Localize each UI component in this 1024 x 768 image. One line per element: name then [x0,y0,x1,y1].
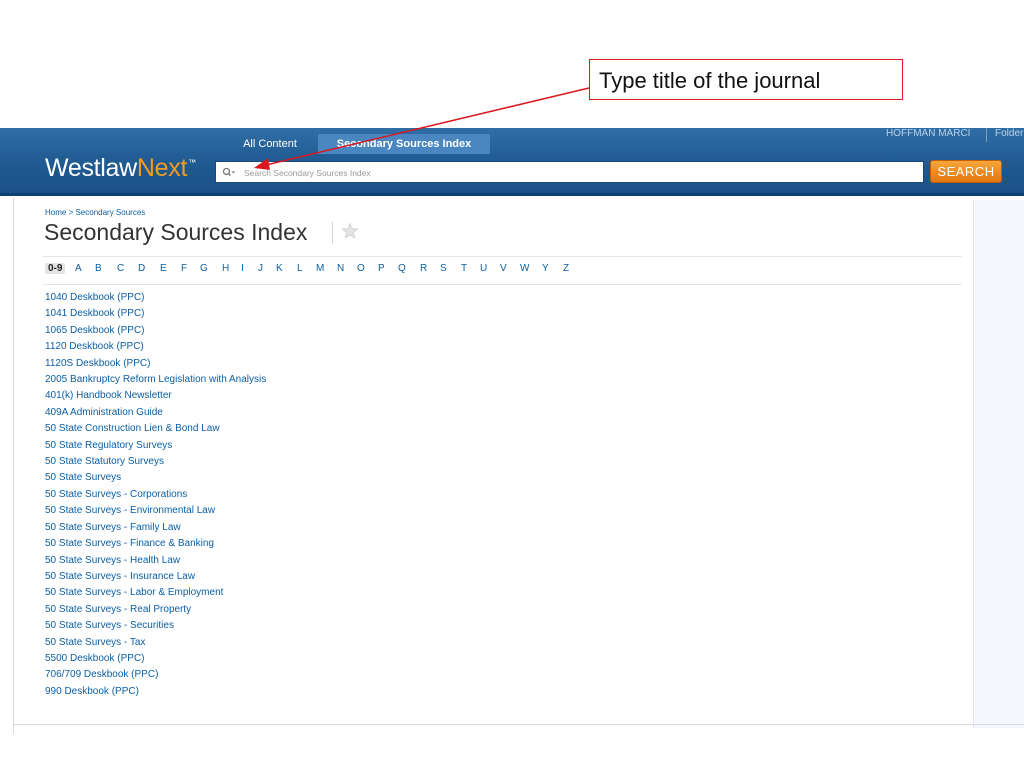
logo-trademark: ™ [188,158,196,167]
alpha-letter-j[interactable]: J [258,263,263,274]
alpha-letter-q[interactable]: Q [398,263,406,274]
alpha-letter-g[interactable]: G [200,263,208,274]
alpha-letter-p[interactable]: P [378,263,385,274]
source-link[interactable]: 50 State Surveys - Environmental Law [45,503,266,519]
source-link[interactable]: 50 State Surveys - Securities [45,618,266,634]
search-input[interactable] [242,164,906,182]
title-divider [332,222,333,244]
alpha-letter-m[interactable]: M [316,263,324,274]
alpha-letter-n[interactable]: N [337,263,344,274]
source-link[interactable]: 50 State Surveys - Finance & Banking [45,536,266,552]
content-bottom-border [14,724,1024,725]
annotation-callout: Type title of the journal [589,59,903,100]
site-header: WestlawNext™ All Content Secondary Sourc… [0,128,1024,196]
alphabet-filter-bar: 0-9 A B C D E F G H I J K L M N O P Q R S T U V W Y Z [43,256,962,285]
alpha-letter-k[interactable]: K [276,263,283,274]
alpha-letter-w[interactable]: W [520,263,529,274]
alpha-letter-u[interactable]: U [480,263,487,274]
source-link[interactable]: 409A Administration Guide [45,405,266,421]
source-link[interactable]: 50 State Surveys - Insurance Law [45,569,266,585]
source-link[interactable]: 2005 Bankruptcy Reform Legislation with … [45,372,266,388]
page-title: Secondary Sources Index [44,219,308,245]
source-link[interactable]: 1040 Deskbook (PPC) [45,290,266,306]
alpha-letter-i[interactable]: I [241,263,244,274]
user-name-link[interactable]: HOFFMAN MARCI [886,128,970,139]
source-link[interactable]: 706/709 Deskbook (PPC) [45,667,266,683]
source-link[interactable]: 50 State Surveys [45,470,266,486]
breadcrumb[interactable]: Home > Secondary Sources [45,208,145,217]
source-link[interactable]: 50 State Construction Lien & Bond Law [45,421,266,437]
tab-secondary-sources-index[interactable]: Secondary Sources Index [318,134,490,154]
alpha-letter-h[interactable]: H [222,263,229,274]
user-menu-divider [986,128,987,142]
alpha-letter-z[interactable]: Z [563,263,569,274]
alpha-letter-y[interactable]: Y [542,263,549,274]
alpha-letter-b[interactable]: B [95,263,102,274]
logo-next: Next [136,154,188,182]
source-link[interactable]: 1120 Deskbook (PPC) [45,339,266,355]
alpha-letter-r[interactable]: R [420,263,427,274]
source-link[interactable]: 50 State Surveys - Labor & Employment [45,585,266,601]
favorite-star-icon[interactable] [341,222,359,240]
alpha-letter-t[interactable]: T [461,263,467,274]
source-link[interactable]: 50 State Surveys - Tax [45,635,266,651]
alpha-letter-e[interactable]: E [160,263,167,274]
search-button[interactable]: SEARCH [930,160,1002,183]
source-link[interactable]: 50 State Surveys - Corporations [45,487,266,503]
alpha-letter-d[interactable]: D [138,263,145,274]
alpha-letter-c[interactable]: C [117,263,124,274]
source-link[interactable]: 1120S Deskbook (PPC) [45,356,266,372]
source-link[interactable]: 50 State Statutory Surveys [45,454,266,470]
source-link[interactable]: 50 State Surveys - Health Law [45,553,266,569]
source-link[interactable]: 1065 Deskbook (PPC) [45,323,266,339]
logo-westlaw: Westlaw [45,154,137,182]
alpha-letter-l[interactable]: L [297,263,303,274]
search-dropdown-icon[interactable] [222,166,236,180]
source-link[interactable]: 50 State Surveys - Family Law [45,520,266,536]
annotation-text: Type title of the journal [599,68,821,93]
secondary-sources-list: 1040 Deskbook (PPC) 1041 Deskbook (PPC) 10… [45,290,266,700]
content-left-border [13,198,14,734]
source-link[interactable]: 401(k) Handbook Newsletter [45,388,266,404]
westlawnext-logo[interactable]: WestlawNext™ [45,154,196,183]
source-link[interactable]: 990 Deskbook (PPC) [45,684,266,700]
right-sidebar-panel [973,200,1024,728]
alpha-letter-f[interactable]: F [181,263,187,274]
alpha-letter-o[interactable]: O [357,263,365,274]
alpha-letter-a[interactable]: A [75,263,82,274]
search-box [215,161,924,183]
source-link[interactable]: 50 State Surveys - Real Property [45,602,266,618]
source-link[interactable]: 1041 Deskbook (PPC) [45,306,266,322]
folders-link[interactable]: Folder [995,128,1023,139]
source-link[interactable]: 50 State Regulatory Surveys [45,438,266,454]
tab-all-content[interactable]: All Content [222,134,318,154]
alpha-letter-s[interactable]: S [440,263,447,274]
source-link[interactable]: 5500 Deskbook (PPC) [45,651,266,667]
alpha-letter-v[interactable]: V [500,263,507,274]
alpha-letter-0-9[interactable]: 0-9 [45,263,66,274]
